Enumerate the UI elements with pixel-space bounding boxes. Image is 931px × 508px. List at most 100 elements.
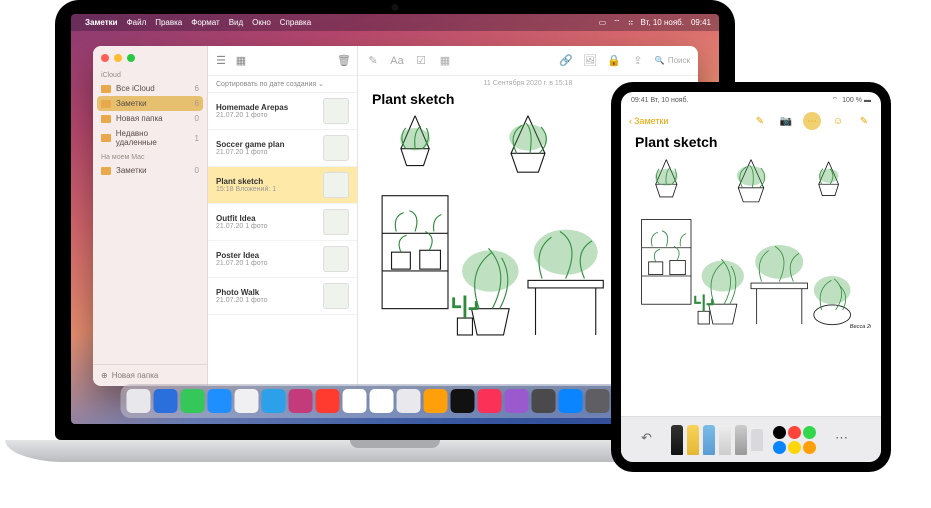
dock-app-icon[interactable] [478,389,502,413]
grid-view-icon[interactable]: ▦ [234,54,248,68]
note-row[interactable]: Photo Walk21.07.20 1 фото [208,278,357,315]
dock-app-icon[interactable] [343,389,367,413]
sort-dropdown[interactable]: Сортировать по дате создания ⌄ [208,76,357,93]
dock-app-icon[interactable] [586,389,610,413]
compose-icon[interactable]: ✎ [855,112,873,130]
control-center-icon[interactable]: ⠶ [628,18,634,27]
new-note-icon[interactable]: ✎ [366,54,380,68]
color-swatch[interactable] [803,441,816,454]
note-thumbnail [323,172,349,198]
share-icon[interactable]: ⇪ [631,54,645,68]
dock-app-icon[interactable] [154,389,178,413]
search-field[interactable]: 🔍Поиск [655,56,690,65]
lasso-tool[interactable] [735,425,747,455]
notes-sidebar: iCloud Все iCloud6 Заметки6 Новая папка0… [93,46,208,386]
note-row[interactable]: Plant sketch15:18 Вложений: 1 [208,167,357,204]
battery-icon: ▬ [864,97,871,104]
window-controls [93,46,207,68]
link-icon[interactable]: 🔗 [559,54,573,68]
dock-app-icon[interactable] [505,389,529,413]
undo-button[interactable]: ↶ [641,430,661,450]
color-swatch[interactable] [773,426,786,439]
menu-view[interactable]: Вид [229,18,243,27]
menubar-time[interactable]: 09:41 [691,18,711,27]
checklist-icon[interactable]: ☑ [414,54,428,68]
color-swatch[interactable] [803,426,816,439]
more-button[interactable]: ⋯ [835,430,855,450]
camera-icon[interactable]: 📷 [777,112,795,130]
ipad-canvas[interactable]: Becca 2019 [631,156,871,416]
sidebar-section: На моем Mac [93,150,207,163]
dock-app-icon[interactable] [370,389,394,413]
eraser-tool[interactable] [719,425,731,455]
menubar-date[interactable]: Вт, 10 нояб. [641,18,684,27]
search-icon: 🔍 [655,56,665,65]
battery-icon[interactable]: ▭ [599,18,607,27]
note-row[interactable]: Poster Idea21.07.20 1 фото [208,241,357,278]
pen-tool[interactable] [671,425,683,455]
list-view-icon[interactable]: ☰ [214,54,228,68]
highlighter-tool[interactable] [703,425,715,455]
wifi-icon: ⌔ [832,96,839,105]
dock-app-icon[interactable] [289,389,313,413]
menu-format[interactable]: Формат [191,18,219,27]
wifi-icon[interactable]: ⌔ [613,18,621,28]
marker-tool[interactable] [687,425,699,455]
close-button[interactable] [101,54,109,62]
share-icon[interactable]: ☺ [829,112,847,130]
format-icon[interactable]: Aa [390,54,404,68]
color-swatch[interactable] [788,441,801,454]
color-swatch[interactable] [788,426,801,439]
more-icon[interactable]: ⋯ [803,112,821,130]
sidebar-item-local-notes[interactable]: Заметки0 [93,163,207,178]
folder-icon [101,100,111,108]
note-row-title: Plant sketch [216,177,317,186]
dock-app-icon[interactable] [397,389,421,413]
note-row[interactable]: Outfit Idea21.07.20 1 фото [208,204,357,241]
table-icon[interactable]: ▦ [438,54,452,68]
dock-app-icon[interactable] [559,389,583,413]
battery-label: 100 % [842,97,862,104]
menu-window[interactable]: Окно [252,18,271,27]
dock-app-icon[interactable] [235,389,259,413]
dock-app-icon[interactable] [424,389,448,413]
menubar: Заметки Файл Правка Формат Вид Окно Спра… [71,14,719,31]
markup-icon[interactable]: ✎ [751,112,769,130]
note-row[interactable]: Homemade Arepas21.07.20 1 фото [208,93,357,130]
ipad-note-title[interactable]: Plant sketch [621,134,881,156]
delete-icon[interactable]: 🗑 [337,54,351,68]
color-swatch[interactable] [773,441,786,454]
sidebar-item-all-icloud[interactable]: Все iCloud6 [93,81,207,96]
note-row-sub: 21.07.20 1 фото [216,149,317,156]
note-row[interactable]: Soccer game plan21.07.20 1 фото [208,130,357,167]
new-folder-button[interactable]: ⊕Новая папка [93,364,207,386]
menu-edit[interactable]: Правка [155,18,182,27]
zoom-button[interactable] [127,54,135,62]
note-row-sub: 21.07.20 1 фото [216,260,317,267]
dock-app-icon[interactable] [262,389,286,413]
sidebar-item-new-folder[interactable]: Новая папка0 [93,111,207,126]
dock-app-icon[interactable] [316,389,340,413]
note-row-title: Photo Walk [216,288,317,297]
dock-app-icon[interactable] [181,389,205,413]
sidebar-item-notes[interactable]: Заметки6 [97,96,203,111]
media-icon[interactable]: 🖼 [583,54,597,68]
dock-app-icon[interactable] [127,389,151,413]
app-menu[interactable]: Заметки [85,18,118,27]
ruler-tool[interactable] [751,429,763,451]
dock-app-icon[interactable] [532,389,556,413]
ipad-device: 09:41 Вт, 10 нояб. ⌔ 100 % ▬ ‹Заметки ✎ … [611,82,891,472]
note-thumbnail [323,135,349,161]
dock-app-icon[interactable] [208,389,232,413]
menu-file[interactable]: Файл [127,18,147,27]
ipad-time: 09:41 Вт, 10 нояб. [631,97,688,104]
svg-text:Becca 2019: Becca 2019 [850,324,871,330]
plus-icon: ⊕ [101,371,108,380]
lock-icon[interactable]: 🔒 [607,54,621,68]
dock-app-icon[interactable] [451,389,475,413]
dock [121,384,670,418]
back-button[interactable]: ‹Заметки [629,116,668,126]
sidebar-item-trash[interactable]: Недавно удаленные1 [93,126,207,150]
menu-help[interactable]: Справка [280,18,311,27]
minimize-button[interactable] [114,54,122,62]
